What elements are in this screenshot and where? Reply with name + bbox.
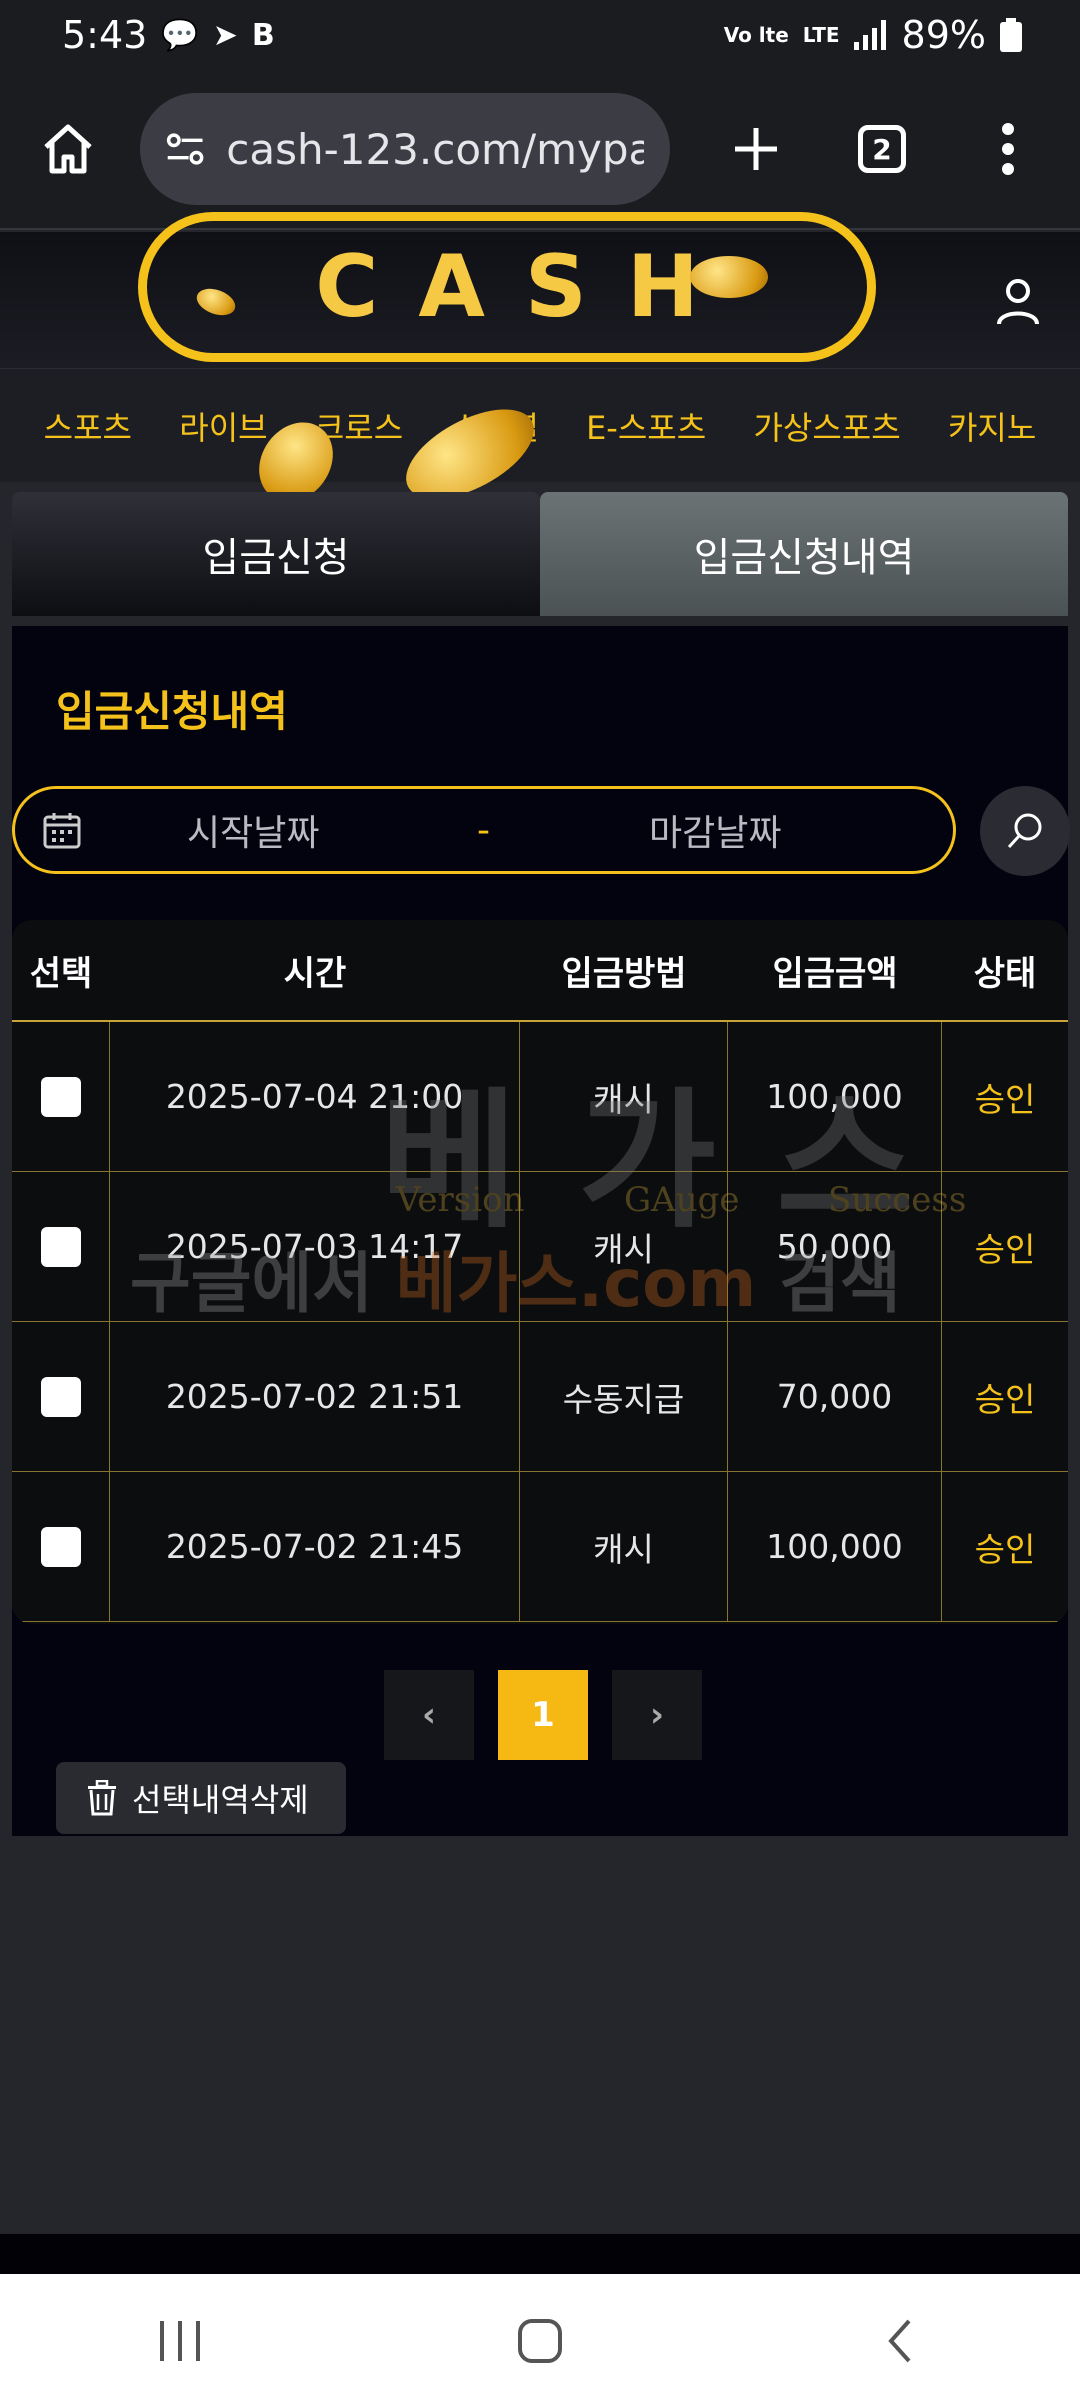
row-status: 승인 (974, 1529, 1036, 1569)
clock: 5:43 (62, 13, 148, 57)
row-method: 수동지급 (520, 1322, 728, 1471)
b-app-icon: B (251, 17, 275, 53)
tab-deposit-request[interactable]: 입금신청 (12, 492, 540, 616)
home-icon (44, 124, 92, 174)
nav-live[interactable]: 라이브 (179, 403, 267, 449)
nav-virtual-sports[interactable]: 가상스포츠 (753, 403, 900, 449)
row-time: 2025-07-03 14:17 (110, 1172, 520, 1321)
row-amount: 50,000 (728, 1172, 942, 1321)
table-header: 선택 시간 입금방법 입금금액 상태 (12, 920, 1068, 1022)
row-status: 승인 (974, 1379, 1036, 1419)
new-tab-button[interactable] (716, 109, 796, 189)
lte-indicator: LTE (802, 23, 840, 47)
delete-selected-label: 선택내역삭제 (132, 1781, 309, 1819)
footer-band (0, 2234, 1080, 2274)
tab-switcher-button[interactable]: 2 (842, 109, 922, 189)
table-row: 2025-07-02 21:45 캐시 100,000 승인 (12, 1472, 1068, 1622)
plus-icon (735, 128, 777, 170)
battery-percent: 89% (901, 13, 986, 57)
site-settings-icon[interactable] (166, 129, 204, 169)
site-logo[interactable]: CASH (138, 212, 876, 362)
home-button[interactable] (30, 111, 106, 187)
nav-esports[interactable]: E-스포츠 (586, 403, 706, 449)
row-amount: 100,000 (728, 1022, 942, 1171)
start-date-field[interactable]: 시작날짜 (187, 804, 319, 856)
table-row: 2025-07-04 21:00 캐시 100,000 승인 (12, 1022, 1068, 1172)
back-button[interactable] (860, 2301, 940, 2381)
prev-page-button[interactable]: ‹ (384, 1670, 474, 1760)
tab-count: 2 (858, 125, 906, 173)
header-time: 시간 (283, 953, 347, 994)
home-nav-button[interactable] (500, 2301, 580, 2381)
signal-icon (853, 20, 886, 50)
deposit-history-table: 선택 시간 입금방법 입금금액 상태 2025-07-04 21:00 캐시 1… (12, 920, 1068, 1624)
date-range-filter[interactable]: 시작날짜 - 마감날짜 (12, 786, 956, 874)
search-icon (1007, 813, 1042, 849)
row-amount: 70,000 (728, 1322, 942, 1471)
search-button[interactable] (980, 786, 1070, 876)
row-time: 2025-07-02 21:51 (110, 1322, 520, 1471)
category-nav: 스포츠 라이브 크로스 스페셜 E-스포츠 가상스포츠 카지노 (0, 368, 1080, 482)
address-bar[interactable]: cash-123.com/mypage (140, 93, 670, 205)
date-separator: - (477, 809, 490, 851)
row-time: 2025-07-02 21:45 (110, 1472, 520, 1621)
recents-button[interactable] (140, 2301, 220, 2381)
volte-indicator: Vo lte (723, 23, 789, 47)
row-checkbox[interactable] (40, 1376, 81, 1417)
header-amount: 입금금액 (772, 953, 898, 994)
deposit-history-panel: 입금신청내역 시작날짜 - 마감날짜 선택 시간 입금방법 입금금액 상태 20… (12, 626, 1070, 1836)
row-checkbox[interactable] (40, 1076, 81, 1117)
delete-selected-button[interactable]: 선택내역삭제 (56, 1762, 346, 1834)
status-bar: 5:43 💬 ➤ B Vo lte LTE 89% (0, 0, 1080, 70)
header-status: 상태 (973, 953, 1037, 994)
row-method: 캐시 (520, 1022, 728, 1171)
row-method: 캐시 (520, 1172, 728, 1321)
row-checkbox[interactable] (40, 1526, 81, 1567)
recents-icon (160, 2321, 200, 2361)
menu-button[interactable] (968, 109, 1048, 189)
panel-title: 입금신청내역 (56, 687, 288, 736)
header-select: 선택 (29, 953, 93, 994)
trash-icon (88, 1780, 116, 1816)
logo-text: CASH (315, 237, 739, 337)
row-status: 승인 (974, 1079, 1036, 1119)
user-button[interactable] (988, 272, 1048, 332)
row-time: 2025-07-04 21:00 (110, 1022, 520, 1171)
nav-casino[interactable]: 카지노 (948, 403, 1036, 449)
system-nav-bar (0, 2274, 1080, 2408)
browser-toolbar: cash-123.com/mypage 2 (0, 70, 1080, 230)
url-text: cash-123.com/mypage (226, 124, 644, 174)
telegram-icon: ➤ (212, 17, 238, 53)
page-1-button[interactable]: 1 (498, 1670, 588, 1760)
user-icon (997, 279, 1039, 325)
row-checkbox[interactable] (40, 1226, 81, 1267)
pagination: ‹ 1 › (384, 1670, 702, 1760)
row-method: 캐시 (520, 1472, 728, 1621)
back-icon (888, 2319, 911, 2363)
calendar-icon[interactable] (43, 811, 81, 849)
tab-deposit-history[interactable]: 입금신청내역 (540, 492, 1068, 616)
home-square-icon (518, 2319, 562, 2363)
nav-sports[interactable]: 스포츠 (44, 403, 132, 449)
more-vert-icon (1002, 123, 1014, 175)
header-method: 입금방법 (561, 953, 687, 994)
table-row: 2025-07-03 14:17 캐시 50,000 승인 (12, 1172, 1068, 1322)
deposit-tabs: 입금신청 입금신청내역 (12, 492, 1068, 616)
row-status: 승인 (974, 1229, 1036, 1269)
next-page-button[interactable]: › (612, 1670, 702, 1760)
message-icon: 💬 (161, 17, 199, 53)
row-amount: 100,000 (728, 1472, 942, 1621)
battery-icon (1000, 18, 1022, 52)
coin-decoration (690, 256, 768, 298)
table-row: 2025-07-02 21:51 수동지급 70,000 승인 (12, 1322, 1068, 1472)
end-date-field[interactable]: 마감날짜 (649, 804, 781, 856)
site-header: CASH (0, 212, 1080, 368)
